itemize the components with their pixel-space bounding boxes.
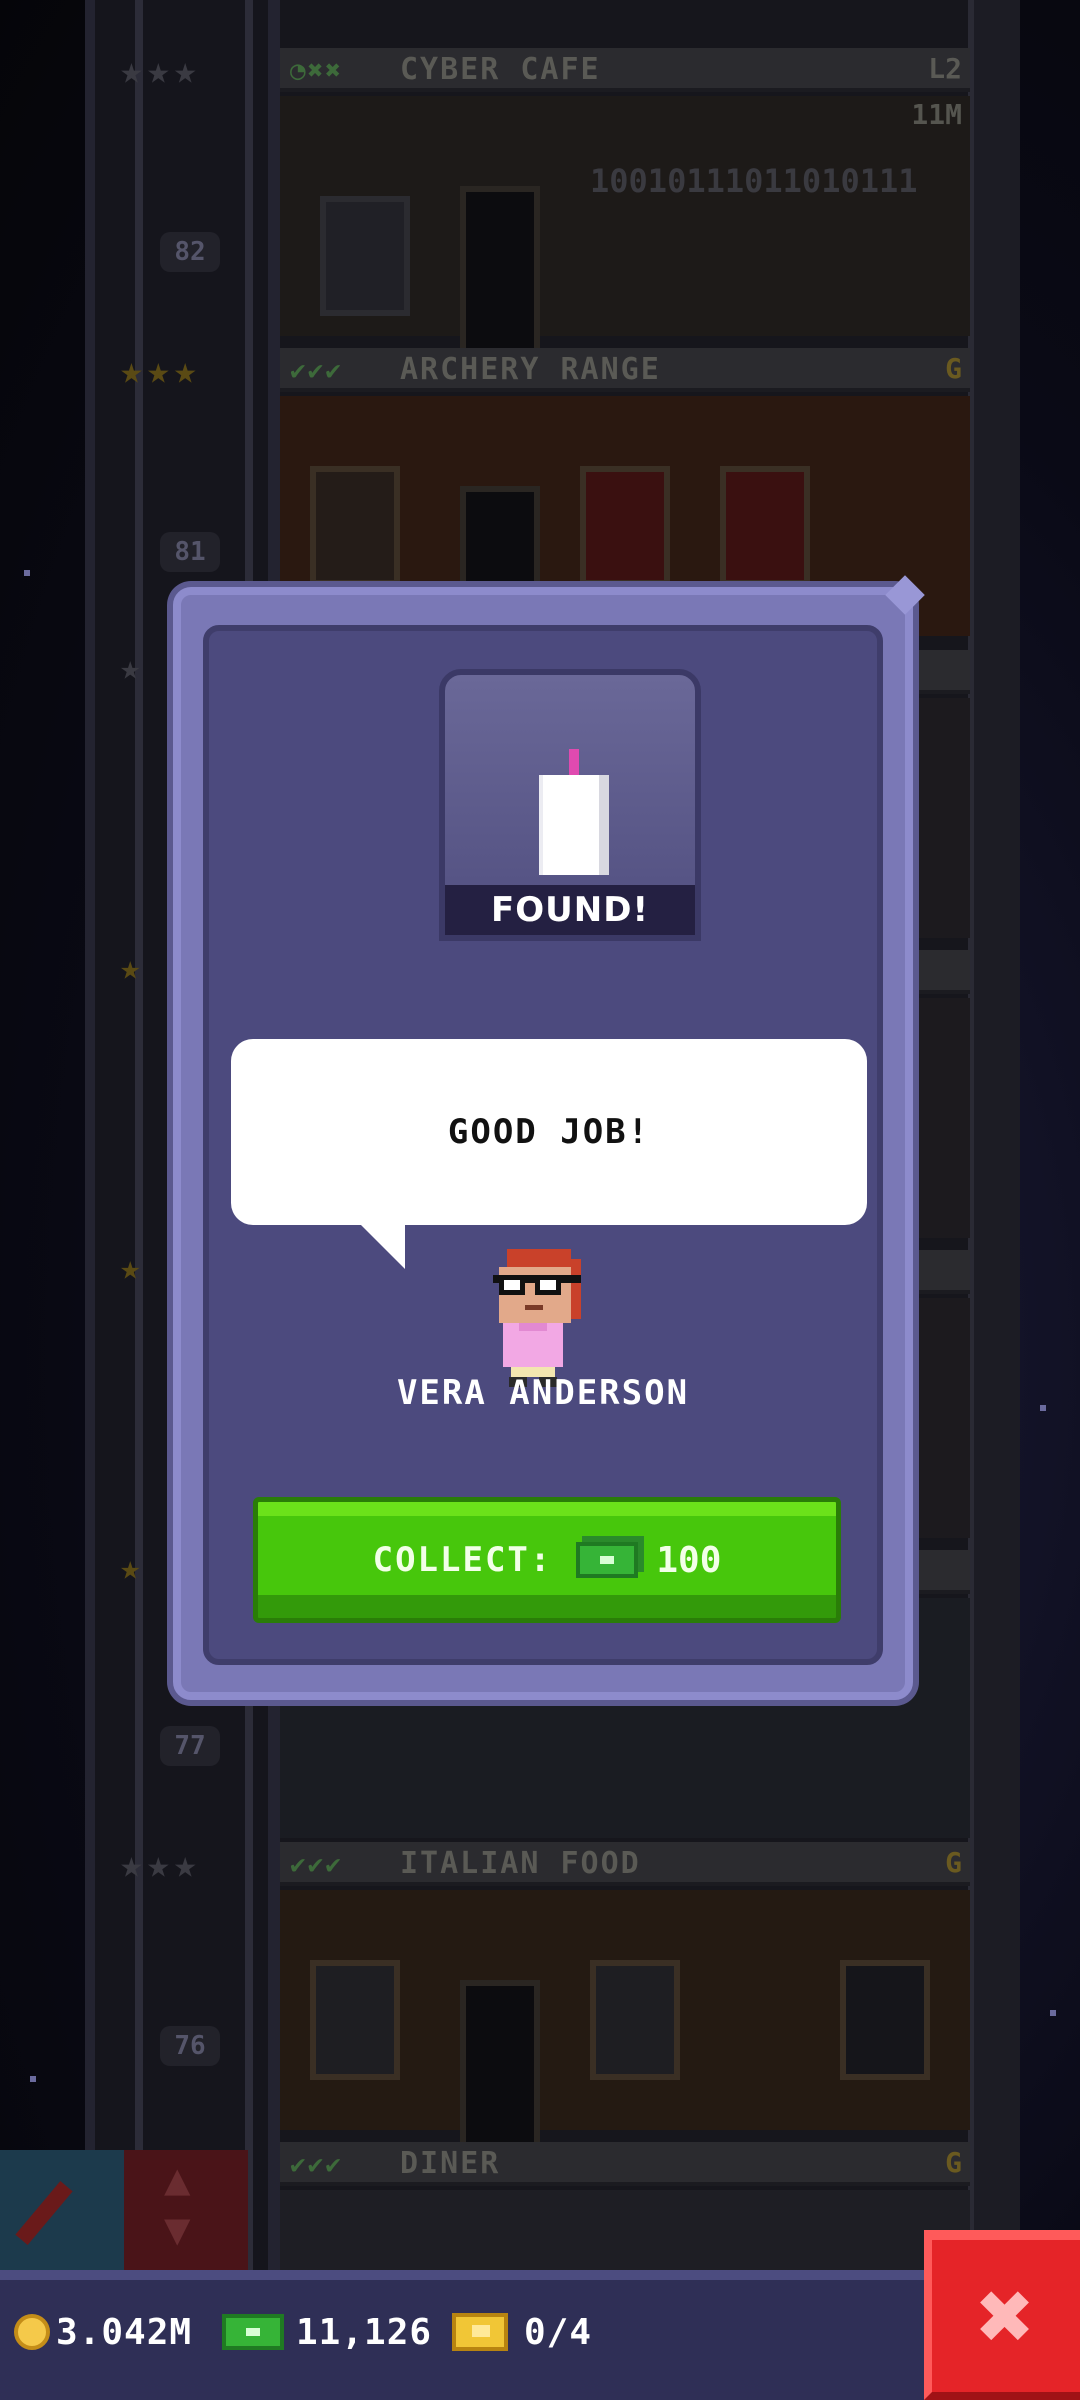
star <box>30 2076 36 2082</box>
collect-amount: 100 <box>656 1539 722 1581</box>
bow-rack <box>310 466 400 586</box>
candle-icon <box>539 749 609 875</box>
floor-income: 11M <box>911 98 962 131</box>
found-item-frame: FOUND! <box>439 669 701 941</box>
cash-icon <box>576 1542 639 1578</box>
character-avatar <box>481 1249 591 1389</box>
window <box>590 1960 680 2080</box>
floor-header: ◔✖✖ CYBER CAFE L2 <box>280 48 970 92</box>
star <box>1040 1405 1046 1411</box>
floor-status-icons: ✔✔✔ <box>290 356 343 386</box>
floor-stars: ★★★ <box>120 348 201 392</box>
coins-value: 3.042M <box>56 2311 193 2353</box>
close-button[interactable]: ✖ <box>924 2230 1080 2400</box>
floor-stars: ★★★ <box>120 48 201 92</box>
floor-stars: ★ <box>120 1548 145 1588</box>
floor-stars: ★ <box>120 948 145 988</box>
window <box>310 1960 400 2080</box>
found-item-dialog: FOUND! GOOD JOB! VERA ANDERSON COLLECT: … <box>173 575 925 1700</box>
tickets-value: 0/4 <box>524 2311 593 2353</box>
bux-counter: 11,126 <box>222 2302 432 2362</box>
floor-header: ✔✔✔ ARCHERY RANGE G <box>280 348 970 392</box>
floor-number: 81 <box>160 532 220 572</box>
floor-name: ITALIAN FOOD <box>400 1846 641 1881</box>
floor-number: 82 <box>160 232 220 272</box>
speech-bubble: GOOD JOB! <box>231 1039 867 1225</box>
character-name: VERA ANDERSON <box>396 1373 690 1413</box>
star <box>24 570 30 576</box>
collect-button[interactable]: COLLECT: 100 <box>253 1497 841 1623</box>
floor-status-icons: ◔✖✖ <box>290 56 343 86</box>
floor-name: ARCHERY RANGE <box>400 352 661 387</box>
menu-board <box>840 1960 930 2080</box>
speech-text: GOOD JOB! <box>447 1112 651 1152</box>
floor-header: ✔✔✔ DINER G <box>280 2142 970 2186</box>
floor-stars: ★ <box>120 1248 145 1288</box>
floor-level: G <box>945 2146 962 2179</box>
computer-desk <box>320 196 410 316</box>
floor-header: ✔✔✔ ITALIAN FOOD G <box>280 1842 970 1886</box>
floor-number: 77 <box>160 1726 220 1766</box>
found-label: FOUND! <box>445 885 695 935</box>
floor-italian-food[interactable]: ✔✔✔ ITALIAN FOOD G <box>280 1842 970 2170</box>
floor-room: 11M 10010111011010111 <box>280 96 970 376</box>
tickets-counter: 0/4 <box>452 2302 592 2362</box>
floor-level: G <box>945 1846 962 1879</box>
floor-room <box>280 1890 970 2170</box>
coins-counter: 3.042M <box>14 2302 192 2362</box>
cash-icon <box>222 2314 284 2350</box>
arrow-up-icon: ▲ <box>164 2154 191 2205</box>
floor-stars: ★★★ <box>120 1842 201 1886</box>
ticket-icon <box>452 2313 508 2351</box>
paintbrush-icon <box>15 2181 73 2245</box>
dialog-panel: FOUND! GOOD JOB! VERA ANDERSON COLLECT: … <box>203 625 883 1665</box>
collect-label: COLLECT: <box>372 1540 553 1580</box>
floor-status-icons: ✔✔✔ <box>290 1850 343 1880</box>
target <box>580 466 670 586</box>
floor-status-icons: ✔✔✔ <box>290 2150 343 2180</box>
bux-value: 11,126 <box>296 2311 433 2353</box>
floor-number: 76 <box>160 2026 220 2066</box>
speech-bubble-tail <box>361 1225 405 1269</box>
status-bar: 3.042M 11,126 0/4 <box>0 2270 1080 2400</box>
tower-edge <box>968 0 1020 2270</box>
elevator-rail <box>135 0 143 2270</box>
close-icon: ✖ <box>977 2260 1035 2372</box>
floor-cyber-cafe[interactable]: ◔✖✖ CYBER CAFE L2 11M 10010111011010111 <box>280 48 970 376</box>
floor-stars: ★ <box>120 648 145 688</box>
star <box>1050 2010 1056 2016</box>
target <box>720 466 810 586</box>
coin-icon <box>14 2314 50 2350</box>
elevator-tool-button[interactable]: ▲ ▼ <box>124 2150 248 2270</box>
paint-tool-button[interactable] <box>0 2150 124 2270</box>
floor-name: CYBER CAFE <box>400 52 601 87</box>
floor-level: L2 <box>928 52 962 85</box>
floor-name: DINER <box>400 2146 501 2181</box>
binary-sign: 10010111011010111 <box>590 162 918 200</box>
arrow-down-icon: ▼ <box>164 2204 191 2255</box>
floor-level: G <box>945 352 962 385</box>
